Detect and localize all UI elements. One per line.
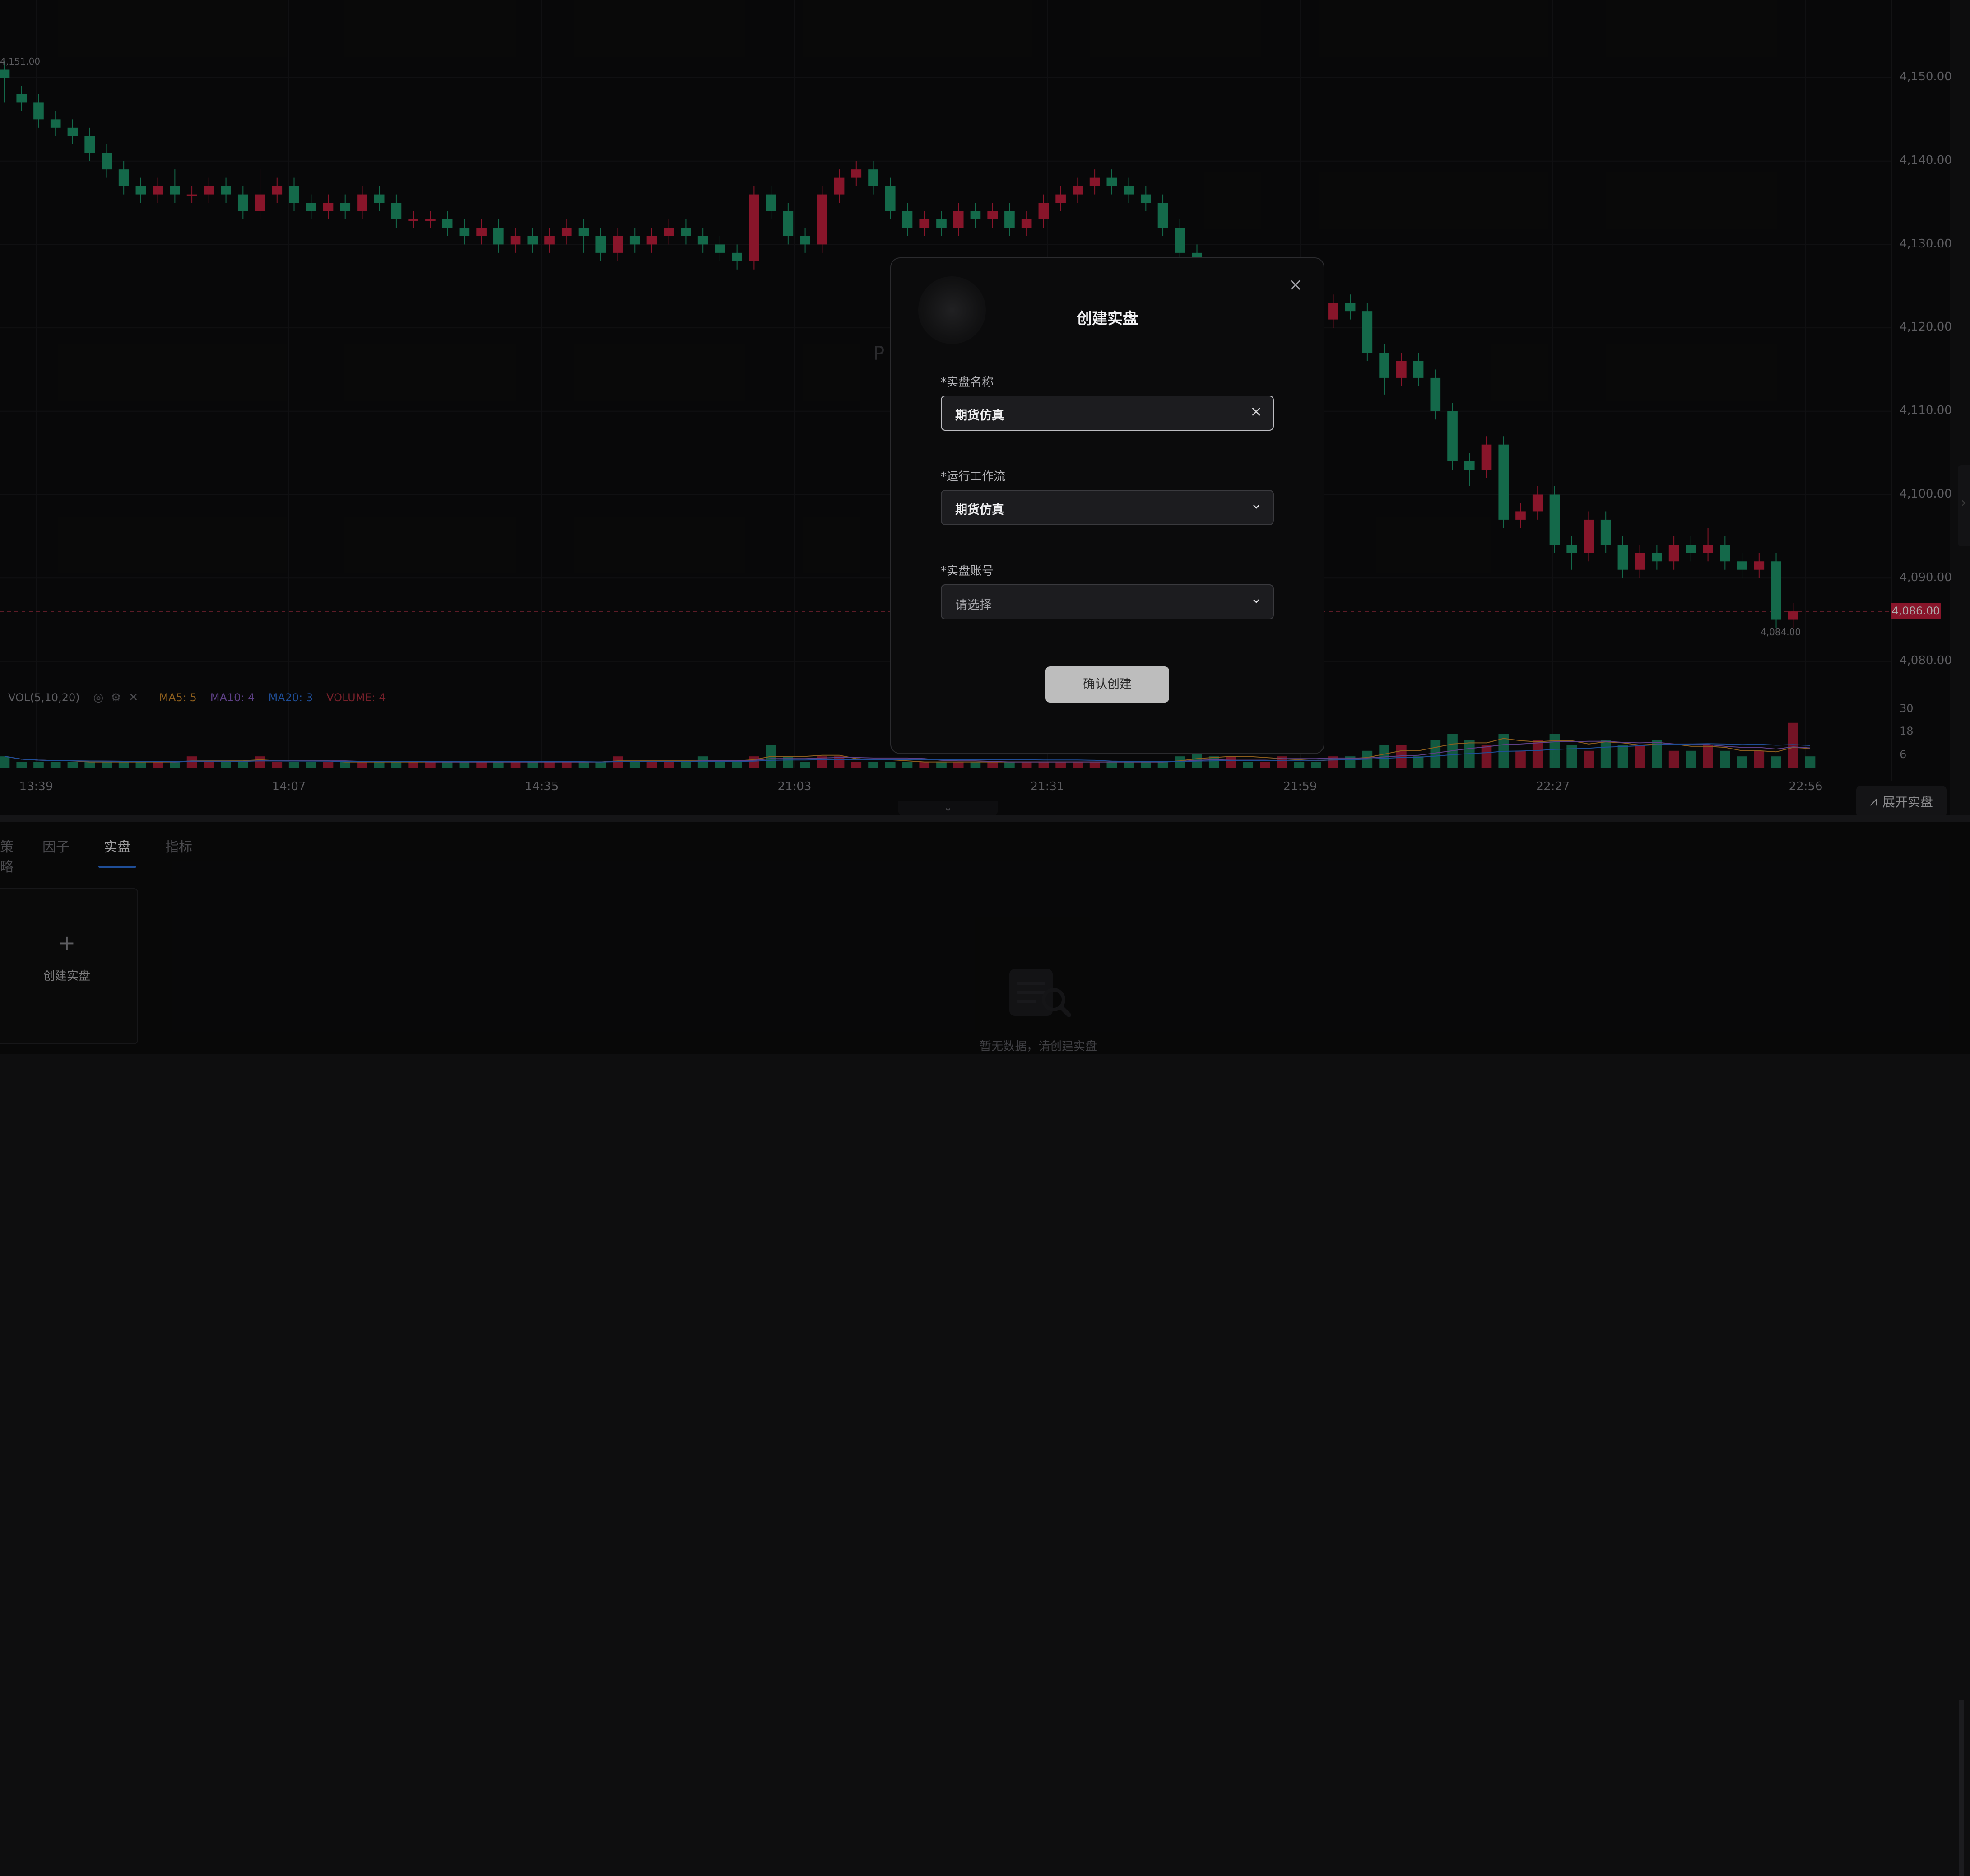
close-icon[interactable]: × (1288, 275, 1303, 294)
workflow-value: 期货仿真 (955, 503, 1004, 517)
chevron-down-icon (1253, 599, 1259, 603)
confirm-create-button[interactable]: 确认创建 (1045, 666, 1169, 703)
workflow-label: *运行工作流 (941, 470, 1006, 484)
panel-scrollbar[interactable] (1959, 1700, 1964, 1876)
account-label: *实盘账号 (941, 564, 994, 578)
live-name-input[interactable]: 期货仿真 × (941, 396, 1274, 431)
workflow-select[interactable]: 期货仿真 (941, 490, 1274, 525)
modal-title: 创建实盘 (1077, 310, 1138, 328)
account-select[interactable]: 请选择 (941, 584, 1274, 619)
live-name-value: 期货仿真 (955, 409, 1004, 423)
live-name-label: *实盘名称 (941, 376, 994, 389)
ghost-text: P (873, 342, 885, 364)
clear-icon[interactable]: × (1250, 403, 1262, 420)
account-placeholder: 请选择 (955, 598, 992, 612)
chevron-down-icon (1253, 505, 1259, 509)
create-live-modal: P × 创建实盘 *实盘名称 期货仿真 × *运行工作流 期货仿真 *实盘账号 … (873, 257, 1324, 754)
